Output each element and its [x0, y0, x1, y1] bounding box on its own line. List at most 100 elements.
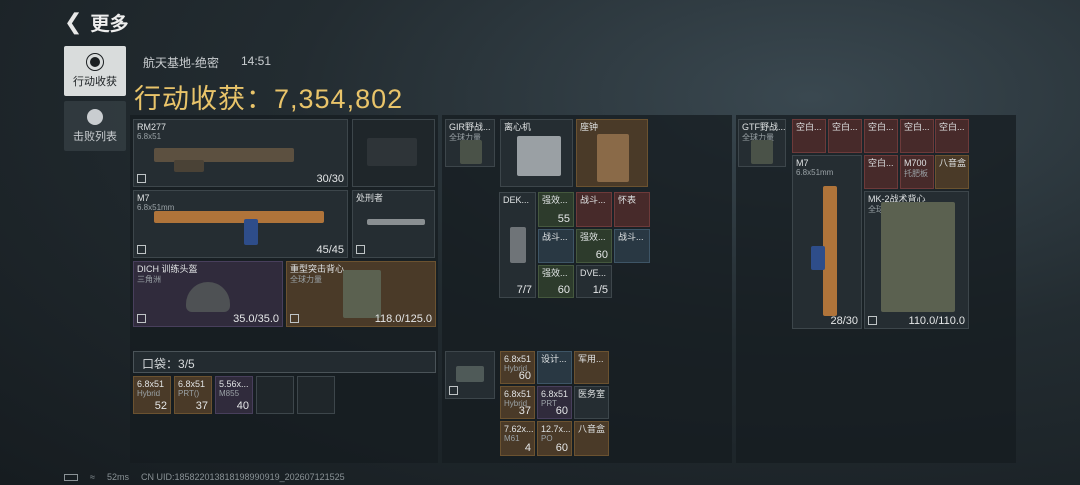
item-name: 离心机 — [504, 122, 532, 132]
item-name: 6.8x51 — [137, 379, 165, 389]
backpack-item[interactable]: 空白... — [792, 119, 826, 153]
weapon-slot-sidearm[interactable] — [352, 119, 435, 187]
back-icon[interactable]: ❮ — [64, 9, 82, 35]
item-name: 12.7x... — [541, 424, 571, 434]
item-sub: M855 — [219, 389, 240, 398]
backpack-item[interactable]: 空白... — [900, 119, 934, 153]
durability: 118.0/125.0 — [374, 313, 432, 325]
item-name: 处刑者 — [356, 193, 384, 203]
page-title: 更多 — [90, 13, 129, 35]
item-sub: 三角洲 — [137, 275, 161, 284]
rifle-icon — [823, 186, 837, 316]
item-name: M7 — [796, 158, 809, 168]
bag-item[interactable]: 军用... — [574, 351, 609, 384]
rig-icon — [460, 140, 482, 164]
item-name: GTF野战... — [742, 122, 786, 132]
item-name: 空白... — [868, 122, 894, 132]
harvest-icon — [86, 52, 104, 71]
backpack-item[interactable]: 空白... — [935, 119, 969, 153]
item-name: 强效... — [580, 232, 606, 242]
med-item[interactable]: DVE... 1/5 — [576, 265, 612, 298]
med-item[interactable]: 强效... 60 — [538, 265, 574, 298]
item-name: 强效... — [542, 268, 568, 278]
backpack-item[interactable]: 空白... — [864, 155, 898, 189]
helmet-slot[interactable]: DICH 训练头盔 三角洲 35.0/35.0 — [133, 261, 283, 327]
pocket-empty-slot[interactable] — [297, 376, 335, 414]
weapon-slot-primary[interactable]: RM277 6.8x51 30/30 — [133, 119, 348, 187]
wifi-icon: ≈ — [90, 472, 95, 482]
backpack-slot[interactable] — [445, 351, 495, 399]
med-item[interactable]: 怀表 — [614, 192, 650, 227]
item-name: 空白... — [832, 122, 858, 132]
item-sub: PRT — [541, 399, 557, 408]
med-item[interactable]: 战斗... — [614, 229, 650, 263]
item-name: 八音盒 — [578, 424, 606, 434]
bag-item[interactable]: 6.8x51 Hybrid 37 — [500, 386, 535, 419]
chest-rig-slot[interactable]: GIR野战... 全球力量 — [445, 119, 495, 167]
bag-item[interactable]: 6.8x51 Hybrid 60 — [500, 351, 535, 384]
match-time: 14:51 — [241, 54, 272, 68]
pocket-item[interactable]: 6.8x51 Hybrid 52 — [133, 376, 171, 414]
item-sub: 全球力量 — [290, 275, 322, 284]
item-name: 军用... — [578, 354, 604, 364]
item-sub: 6.8x51 — [137, 132, 162, 141]
tab-action-harvest[interactable]: 行动收获 — [64, 46, 126, 96]
bag-item[interactable]: 设计... — [537, 351, 572, 384]
backpack-weapon[interactable]: M7 6.8x51mm 28/30 — [792, 155, 862, 329]
item-name: 6.8x51 — [541, 389, 569, 399]
top-bar: ❮ 更多 — [64, 8, 128, 36]
med-item[interactable]: DEK... 7/7 — [499, 192, 536, 298]
item-qty: 60 — [555, 442, 568, 454]
item-qty: 4 — [524, 442, 531, 454]
backpack-item[interactable]: M700 托肥板 — [900, 155, 934, 189]
bag-item[interactable]: 12.7x... PO 60 — [537, 421, 572, 456]
item-sub: PRT() — [178, 389, 200, 398]
med-item[interactable]: 强效... 60 — [576, 229, 612, 263]
status-bar: ≈ 52ms CN UID:185822013818198990919_2026… — [64, 472, 345, 482]
pocket-item[interactable]: 6.8x51 PRT() 37 — [174, 376, 212, 414]
loot-item[interactable]: 离心机 — [500, 119, 573, 187]
item-name: 空白... — [904, 122, 930, 132]
item-name: 八音盒 — [939, 158, 967, 168]
backpack-armor[interactable]: MK-2战术背心 全球力量 110.0/110.0 — [864, 191, 969, 329]
bag-item[interactable]: 医务室 — [574, 386, 609, 419]
item-qty: 60 — [555, 405, 568, 417]
item-sub: M61 — [504, 434, 520, 443]
pocket-empty-slot[interactable] — [256, 376, 294, 414]
med-item[interactable]: 战斗... — [576, 192, 612, 227]
item-name: 战斗... — [618, 232, 644, 242]
magazine-icon — [244, 219, 258, 245]
tab-kill-list[interactable]: 击败列表 — [64, 101, 126, 151]
case-icon — [510, 227, 526, 263]
item-name: RM277 — [137, 122, 167, 132]
durability: 35.0/35.0 — [233, 313, 279, 325]
item-name: 5.56x... — [219, 379, 249, 389]
chest-rig-slot[interactable]: GTF野战... 全球力量 — [738, 119, 786, 167]
item-sub: 6.8x51mm — [796, 168, 834, 177]
item-name: DEK... — [503, 195, 530, 205]
bag-item[interactable]: 6.8x51 PRT 60 — [537, 386, 572, 419]
backpack-item[interactable]: 空白... — [864, 119, 898, 153]
med-item[interactable]: 战斗... — [538, 229, 574, 263]
lock-icon — [290, 314, 299, 323]
pocket-label: 口袋： — [142, 357, 179, 371]
item-name: 战斗... — [542, 232, 568, 242]
backpack-item[interactable]: 空白... — [828, 119, 862, 153]
bag-item[interactable]: 7.62x... M61 4 — [500, 421, 535, 456]
item-name: DICH 训练头盔 — [137, 264, 198, 274]
battery-icon — [64, 473, 78, 481]
melee-slot[interactable]: 处刑者 — [352, 190, 435, 258]
pocket-item[interactable]: 5.56x... M855 40 — [215, 376, 253, 414]
backpack-item[interactable]: 八音盒 — [935, 155, 969, 189]
item-name: 空白... — [796, 122, 822, 132]
item-qty: 52 — [154, 400, 167, 412]
item-name: 医务室 — [578, 389, 606, 399]
bag-item[interactable]: 八音盒 — [574, 421, 609, 456]
item-name: 空白... — [868, 158, 894, 168]
total-value: 7,354,802 — [274, 84, 404, 114]
med-item[interactable]: 强效... 55 — [538, 192, 574, 227]
weapon-slot-secondary[interactable]: M7 6.8x51mm 45/45 — [133, 190, 348, 258]
loot-item[interactable]: 座钟 — [576, 119, 648, 187]
armor-slot[interactable]: 重型突击背心 全球力量 118.0/125.0 — [286, 261, 436, 327]
ammo-count: 45/45 — [316, 244, 344, 256]
